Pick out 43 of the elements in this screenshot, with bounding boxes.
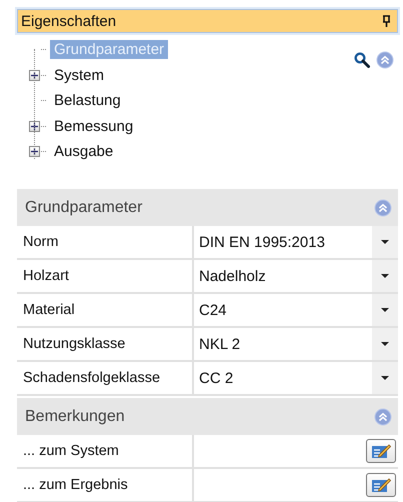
pin-icon[interactable] bbox=[382, 15, 391, 27]
edit-icon bbox=[371, 443, 391, 459]
dropdown-button[interactable] bbox=[372, 362, 398, 394]
property-label: Schadensfolgeklasse bbox=[17, 362, 194, 394]
expand-icon[interactable] bbox=[29, 146, 40, 158]
collapse-icon[interactable] bbox=[374, 408, 392, 426]
property-value: NKL 2 bbox=[198, 336, 240, 352]
edit-button[interactable] bbox=[366, 439, 396, 463]
tree-item[interactable]: System bbox=[50, 66, 108, 85]
expand-icon[interactable] bbox=[29, 70, 40, 81]
dropdown-button[interactable] bbox=[372, 226, 398, 258]
tree-item[interactable]: Ausgabe bbox=[50, 142, 118, 162]
section-title: Grundparameter bbox=[25, 198, 142, 216]
property-label: ... zum System bbox=[17, 435, 194, 467]
section-header[interactable]: Grundparameter bbox=[17, 189, 398, 226]
collapse-icon[interactable] bbox=[374, 198, 392, 216]
property-value: C24 bbox=[198, 302, 227, 318]
property-value: CC 2 bbox=[198, 370, 234, 386]
dropdown-button[interactable] bbox=[372, 260, 398, 292]
expand-icon[interactable] bbox=[29, 120, 40, 132]
edit-icon bbox=[371, 477, 391, 493]
dropdown-button[interactable] bbox=[372, 328, 398, 360]
property-value: Nadelholz bbox=[198, 268, 266, 284]
caret-icon bbox=[381, 376, 389, 380]
caret-icon bbox=[381, 274, 389, 278]
property-label: Nutzungsklasse bbox=[17, 328, 194, 360]
property-label: Holzart bbox=[17, 260, 194, 292]
panel-title: Eigenschaften bbox=[21, 12, 116, 30]
tree-item[interactable]: Belastung bbox=[50, 91, 125, 110]
caret-icon bbox=[381, 342, 389, 346]
property-label: Material bbox=[17, 294, 194, 326]
section-header[interactable]: Bemerkungen bbox=[17, 398, 398, 435]
caret-icon bbox=[381, 240, 389, 244]
caret-icon bbox=[381, 308, 389, 312]
section-title: Bemerkungen bbox=[25, 408, 125, 426]
edit-button[interactable] bbox=[366, 473, 396, 497]
dropdown-button[interactable] bbox=[372, 294, 398, 326]
search-icon[interactable] bbox=[354, 52, 370, 68]
tree-item[interactable]: Bemessung bbox=[50, 116, 138, 136]
property-value: DIN EN 1995:2013 bbox=[198, 234, 325, 250]
property-label: ... zum Ergebnis bbox=[17, 469, 194, 501]
property-label: Norm bbox=[17, 226, 194, 258]
collapse-icon[interactable] bbox=[376, 51, 394, 69]
